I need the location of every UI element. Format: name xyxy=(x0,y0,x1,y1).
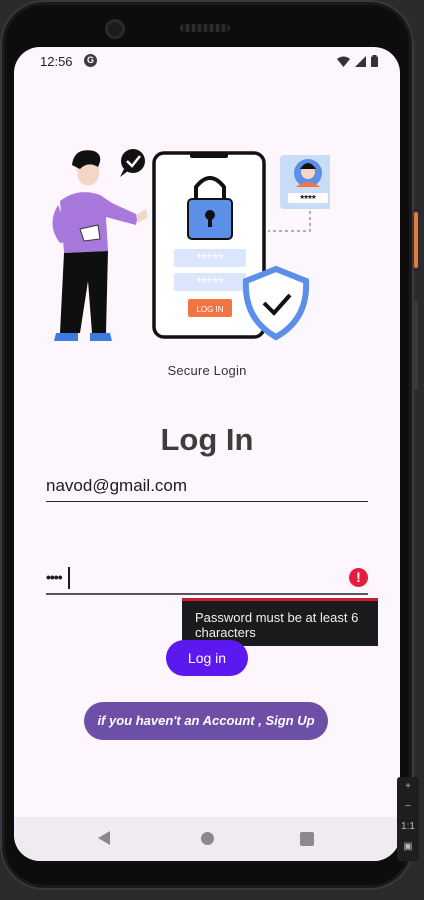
status-bar: 12:56 G xyxy=(14,47,400,77)
app-screen: 12:56 G ***** ***** LOG IN **** Secure L… xyxy=(14,47,400,861)
front-camera xyxy=(105,19,125,39)
system-navigation-bar xyxy=(14,817,400,861)
back-icon[interactable] xyxy=(98,831,110,845)
device-frame: 12:56 G ***** ***** LOG IN **** Secure L… xyxy=(0,0,414,890)
zoom-fit-icon[interactable]: ▣ xyxy=(397,837,419,857)
signup-button[interactable]: if you haven't an Account , Sign Up xyxy=(84,702,328,740)
status-icons xyxy=(337,55,378,67)
earpiece-speaker xyxy=(180,24,230,32)
zoom-out-button[interactable]: − xyxy=(397,797,419,817)
password-error-tooltip: Password must be at least 6 characters xyxy=(182,598,378,646)
person-figure xyxy=(52,150,148,341)
user-id-card: **** xyxy=(268,155,330,232)
secure-login-illustration: ***** ***** LOG IN **** xyxy=(52,149,330,341)
battery-icon xyxy=(371,55,378,67)
password-value: •••• xyxy=(46,569,63,585)
status-time: 12:56 xyxy=(40,54,73,69)
zoom-in-button[interactable]: + xyxy=(397,777,419,797)
home-icon[interactable] xyxy=(201,832,214,845)
emulator-zoom-toolbar: + − 1:1 ▣ xyxy=(397,777,419,861)
signal-icon xyxy=(355,55,366,67)
pin-mask-2: ***** xyxy=(196,274,224,290)
text-cursor xyxy=(68,567,70,589)
recent-apps-icon[interactable] xyxy=(300,832,314,846)
page-title: Log In xyxy=(160,422,254,457)
volume-rocker xyxy=(414,300,418,390)
login-button[interactable]: Log in xyxy=(166,640,248,676)
error-icon[interactable]: ! xyxy=(349,568,368,587)
email-input[interactable]: navod@gmail.com xyxy=(46,474,368,502)
power-button xyxy=(414,212,418,268)
zoom-actual-size-button[interactable]: 1:1 xyxy=(397,817,419,837)
check-bubble-icon xyxy=(120,149,145,177)
password-input[interactable]: •••• ! xyxy=(46,566,368,595)
pin-mask-1: ***** xyxy=(196,250,224,266)
id-pin-mask: **** xyxy=(300,194,316,205)
illustration-login-text: LOG IN xyxy=(196,305,223,314)
wifi-icon xyxy=(337,56,350,67)
illustration-caption: Secure Login xyxy=(167,363,247,378)
notification-badge-icon: G xyxy=(84,54,97,67)
